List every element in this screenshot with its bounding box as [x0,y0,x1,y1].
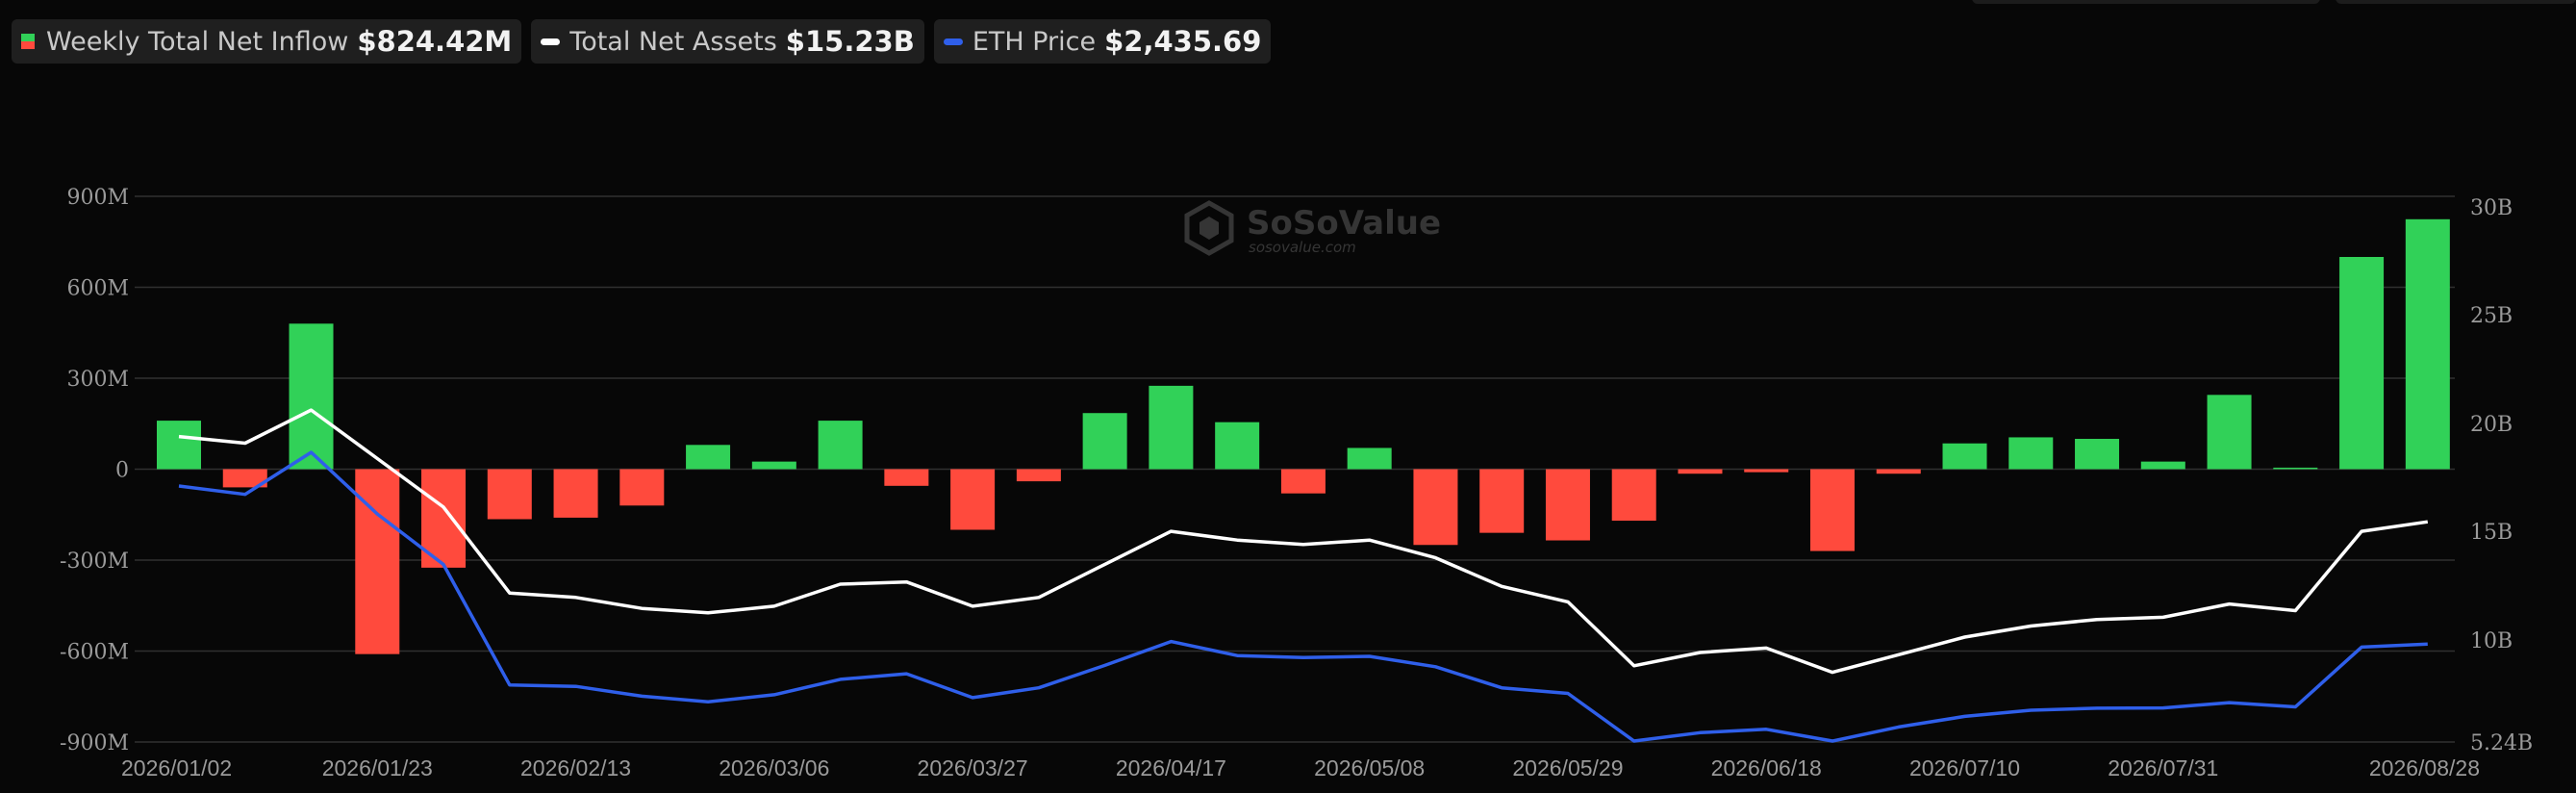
inflow-bar[interactable] [1215,422,1260,470]
y-right-tick-label: 5.24B [2470,731,2533,755]
inflow-bar[interactable] [553,469,598,518]
y-right-tick-label: 20B [2470,413,2513,437]
watermark-brand: SoSoValue [1247,204,1441,243]
sosovalue-logo-icon [1184,200,1234,256]
x-tick-label: 2026/02/13 [520,755,631,780]
inflow-bar[interactable] [1347,448,1392,470]
y-left-tick-label: -300M [60,550,129,574]
y-right-tick-label: 10B [2470,629,2513,653]
inflow-bar[interactable] [2140,461,2185,470]
inflow-bar[interactable] [818,421,863,470]
y-left-tick-label: -600M [60,641,129,665]
inflow-bar[interactable] [1611,469,1656,522]
x-tick-label: 2026/05/29 [1512,755,1623,780]
inflow-bar[interactable] [2339,257,2385,470]
inflow-bar[interactable] [1942,443,1987,470]
x-tick-label: 2026/03/27 [918,755,1028,780]
y-right-tick-label: 25B [2470,304,2513,328]
inflow-bar[interactable] [950,469,996,530]
x-tick-label: 2026/08/28 [2369,755,2480,780]
inflow-bar[interactable] [1413,469,1458,546]
inflow-bar[interactable] [1280,469,1326,494]
inflow-bar[interactable] [751,461,796,470]
inflow-bar[interactable] [2273,467,2318,470]
inflow-bar[interactable] [884,469,929,486]
y-right-tick-label: 15B [2470,521,2513,545]
etf-flow-chart: SoSoValue sosovalue.com 900M 600M 300M 0 -30… [60,186,2533,780]
inflow-bar[interactable] [157,421,201,470]
inflow-bar[interactable] [1082,413,1127,470]
x-tick-label: 2026/07/31 [2108,755,2218,780]
y-left-tick-label: 300M [66,368,129,392]
inflow-bar[interactable] [1810,469,1855,551]
inflow-bar[interactable] [1744,469,1789,473]
inflow-bar[interactable] [289,323,334,470]
inflow-bar[interactable] [2075,439,2120,470]
x-tick-label: 2026/03/06 [719,755,829,780]
inflow-bar[interactable] [1149,385,1194,470]
y-left-tick-label: 0 [115,459,129,483]
inflow-bar[interactable] [2405,218,2450,470]
y-left-tick-label: -900M [60,731,129,755]
inflow-bar[interactable] [2207,395,2252,470]
x-tick-label: 2026/07/10 [1909,755,2020,780]
inflow-bar[interactable] [686,445,731,470]
watermark: SoSoValue sosovalue.com [1184,200,1441,256]
x-tick-label: 2026/04/17 [1116,755,1226,780]
inflow-bar[interactable] [1016,469,1061,482]
y-left-tick-label: 900M [66,186,129,210]
inflow-bar[interactable] [1678,469,1723,474]
inflow-bar[interactable] [1479,469,1525,533]
x-tick-label: 2026/05/08 [1314,755,1425,780]
inflow-bar[interactable] [487,469,532,520]
x-tick-label: 2026/01/02 [121,755,232,780]
inflow-bar[interactable] [619,469,665,506]
inflow-bar[interactable] [2008,437,2054,470]
watermark-url: sosovalue.com [1249,239,1356,256]
inflow-bar[interactable] [1876,469,1921,474]
x-tick-label: 2026/06/18 [1711,755,1822,780]
inflow-bars [157,218,2450,654]
y-right-tick-label: 30B [2470,196,2513,220]
y-left-tick-label: 600M [66,277,129,301]
inflow-bar[interactable] [1545,469,1590,541]
x-tick-label: 2026/01/23 [322,755,433,780]
inflow-bar[interactable] [355,469,400,654]
